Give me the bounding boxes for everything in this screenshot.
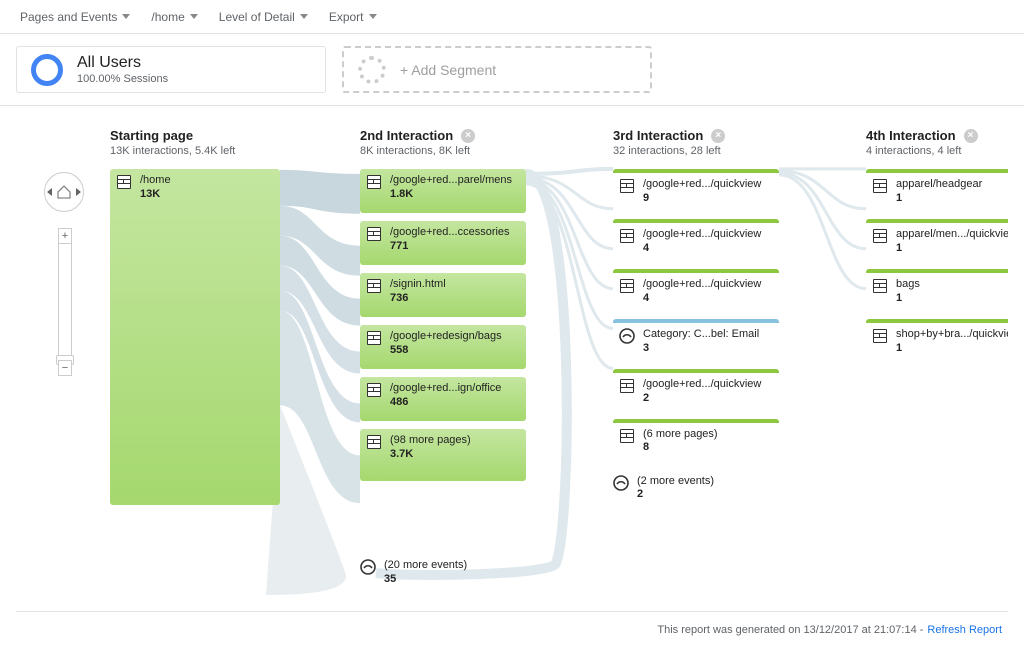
col4-node[interactable]: apparel/men.../quickview1 xyxy=(866,219,1008,263)
col4-close-button[interactable]: × xyxy=(964,129,978,143)
page-icon xyxy=(872,328,888,344)
col3-sub: 32 interactions, 28 left xyxy=(613,145,785,157)
footer-text: This report was generated on 13/12/2017 … xyxy=(657,624,923,636)
col2-title: 2nd Interaction xyxy=(360,128,453,143)
toolbar-pages-events-label: Pages and Events xyxy=(20,10,117,24)
col3-node[interactable]: /google+red.../quickview4 xyxy=(613,269,779,313)
flow-canvas[interactable]: + − Starting page 13K interactions, 5.4K… xyxy=(16,106,1008,612)
column-2: 2nd Interaction × 8K interactions, 8K le… xyxy=(360,128,532,586)
event-icon xyxy=(613,475,629,491)
page-icon xyxy=(366,174,382,190)
page-icon xyxy=(619,228,635,244)
toolbar-home-label: /home xyxy=(151,10,184,24)
refresh-report-link[interactable]: Refresh Report xyxy=(927,624,1002,636)
zoom-slider[interactable]: + − xyxy=(58,228,72,376)
event-icon xyxy=(619,328,635,344)
home-icon xyxy=(56,184,72,200)
col3-node[interactable]: /google+red.../quickview9 xyxy=(613,169,779,213)
segment-bar: All Users 100.00% Sessions + Add Segment xyxy=(0,34,1024,106)
segment-add-circle-icon xyxy=(358,56,386,84)
zoom-in-button[interactable]: + xyxy=(58,228,72,244)
col2-node[interactable]: /google+red...ign/office486 xyxy=(360,377,526,421)
col4-sub: 4 interactions, 4 left xyxy=(866,145,1008,157)
segment-subtitle: 100.00% Sessions xyxy=(77,73,168,85)
col1-title: Starting page xyxy=(110,128,193,143)
page-icon xyxy=(872,278,888,294)
start-node-value: 13K xyxy=(140,188,171,201)
start-node-label: /home xyxy=(140,174,171,188)
pan-control[interactable] xyxy=(44,172,84,212)
column-start: Starting page 13K interactions, 5.4K lef… xyxy=(110,128,282,505)
col1-sub: 13K interactions, 5.4K left xyxy=(110,145,282,157)
col2-node-more-pages[interactable]: (98 more pages)3.7K xyxy=(360,429,526,481)
col3-node[interactable]: /google+red.../quickview4 xyxy=(613,219,779,263)
col4-title: 4th Interaction xyxy=(866,128,956,143)
page-icon xyxy=(366,382,382,398)
report-footer: This report was generated on 13/12/2017 … xyxy=(0,612,1024,648)
col2-node[interactable]: /google+red...parel/mens1.8K xyxy=(360,169,526,213)
toolbar-export-label: Export xyxy=(329,10,364,24)
col2-node[interactable]: /google+red...ccessories771 xyxy=(360,221,526,265)
caret-down-icon xyxy=(190,12,199,21)
toolbar-level-of-detail[interactable]: Level of Detail xyxy=(211,6,317,28)
caret-down-icon xyxy=(300,12,309,21)
segment-add[interactable]: + Add Segment xyxy=(342,46,652,93)
page-icon xyxy=(366,226,382,242)
segment-all-users[interactable]: All Users 100.00% Sessions xyxy=(16,46,326,93)
column-3: 3rd Interaction × 32 interactions, 28 le… xyxy=(613,128,785,502)
start-node[interactable]: /home 13K xyxy=(110,169,280,505)
col3-node-more-pages[interactable]: (6 more pages)8 xyxy=(613,419,779,463)
page-icon xyxy=(116,174,132,190)
col4-node[interactable]: apparel/headgear1 xyxy=(866,169,1008,213)
page-icon xyxy=(366,330,382,346)
col2-more-events[interactable]: (20 more events)35 xyxy=(360,559,532,586)
caret-down-icon xyxy=(122,12,131,21)
col4-node[interactable]: bags1 xyxy=(866,269,1008,313)
page-icon xyxy=(872,228,888,244)
toolbar-export[interactable]: Export xyxy=(321,6,386,28)
column-4: 4th Interaction × 4 interactions, 4 left… xyxy=(866,128,1008,363)
page-icon xyxy=(872,178,888,194)
page-icon xyxy=(619,378,635,394)
page-icon xyxy=(366,278,382,294)
toolbar: Pages and Events /home Level of Detail E… xyxy=(0,0,1024,34)
col2-sub: 8K interactions, 8K left xyxy=(360,145,532,157)
col2-node[interactable]: /signin.html736 xyxy=(360,273,526,317)
page-icon xyxy=(619,428,635,444)
caret-down-icon xyxy=(369,12,378,21)
page-icon xyxy=(619,278,635,294)
col2-close-button[interactable]: × xyxy=(461,129,475,143)
toolbar-pages-events[interactable]: Pages and Events xyxy=(12,6,139,28)
col4-node[interactable]: shop+by+bra.../quickview1 xyxy=(866,319,1008,363)
col3-close-button[interactable]: × xyxy=(711,129,725,143)
segment-circle-icon xyxy=(31,54,63,86)
segment-title: All Users xyxy=(77,54,168,72)
page-icon xyxy=(619,178,635,194)
event-icon xyxy=(360,559,376,575)
page-icon xyxy=(366,434,382,450)
col2-node[interactable]: /google+redesign/bags558 xyxy=(360,325,526,369)
toolbar-home[interactable]: /home xyxy=(143,6,206,28)
col3-node[interactable]: /google+red.../quickview2 xyxy=(613,369,779,413)
col3-title: 3rd Interaction xyxy=(613,128,703,143)
toolbar-level-label: Level of Detail xyxy=(219,10,295,24)
col3-node-event[interactable]: Category: C...bel: Email3 xyxy=(613,319,779,363)
zoom-out-button[interactable]: − xyxy=(58,360,72,376)
segment-add-label: + Add Segment xyxy=(400,62,496,78)
col3-more-events[interactable]: (2 more events)2 xyxy=(613,475,785,502)
